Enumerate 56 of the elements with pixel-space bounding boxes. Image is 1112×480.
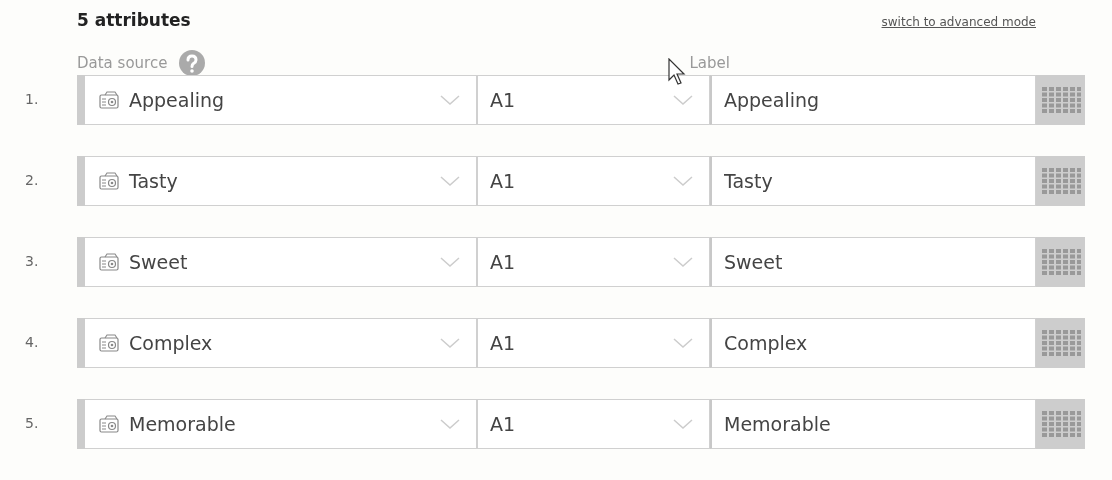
camera-icon bbox=[99, 415, 119, 433]
grid-button[interactable] bbox=[1036, 399, 1085, 449]
level-dropdown[interactable]: A1 bbox=[477, 75, 710, 125]
drag-handle[interactable] bbox=[77, 399, 85, 449]
grid-icon bbox=[1040, 248, 1081, 276]
grid-icon bbox=[1040, 410, 1081, 438]
chevron-down-icon bbox=[440, 176, 460, 186]
help-icon[interactable] bbox=[179, 50, 206, 76]
grid-button[interactable] bbox=[1036, 318, 1085, 368]
level-dropdown[interactable]: A1 bbox=[477, 318, 710, 368]
camera-icon bbox=[99, 172, 119, 190]
chevron-down-icon bbox=[440, 338, 460, 348]
camera-icon bbox=[99, 91, 119, 109]
label-input[interactable]: Tasty bbox=[710, 156, 1036, 206]
level-dropdown[interactable]: A1 bbox=[477, 237, 710, 287]
chevron-down-icon bbox=[440, 95, 460, 105]
chevron-down-icon bbox=[673, 257, 693, 267]
grid-icon bbox=[1040, 86, 1081, 114]
row-number: 1. bbox=[25, 91, 39, 107]
label-input[interactable]: Memorable bbox=[710, 399, 1036, 449]
chevron-down-icon bbox=[673, 419, 693, 429]
drag-handle[interactable] bbox=[77, 237, 85, 287]
label-input[interactable]: Sweet bbox=[710, 237, 1036, 287]
grid-icon bbox=[1040, 167, 1081, 195]
camera-icon bbox=[99, 334, 119, 352]
section-title: 5 attributes bbox=[77, 10, 191, 30]
row-number: 5. bbox=[25, 415, 39, 431]
source-dropdown[interactable]: Appealing bbox=[85, 75, 477, 125]
label-input[interactable]: Complex bbox=[710, 318, 1036, 368]
chevron-down-icon bbox=[673, 176, 693, 186]
drag-handle[interactable] bbox=[77, 75, 85, 125]
row-number: 2. bbox=[25, 172, 39, 188]
chevron-down-icon bbox=[673, 338, 693, 348]
grid-button[interactable] bbox=[1036, 156, 1085, 206]
grid-icon bbox=[1040, 329, 1081, 357]
chevron-down-icon bbox=[673, 95, 693, 105]
label-input[interactable]: Appealing bbox=[710, 75, 1036, 125]
drag-handle[interactable] bbox=[77, 318, 85, 368]
advanced-mode-link[interactable]: switch to advanced mode bbox=[881, 15, 1036, 29]
drag-handle[interactable] bbox=[77, 156, 85, 206]
column-header: Label bbox=[689, 54, 730, 72]
row-number: 4. bbox=[25, 334, 39, 350]
level-dropdown[interactable]: A1 bbox=[477, 399, 710, 449]
level-dropdown[interactable]: A1 bbox=[477, 156, 710, 206]
column-header: Data source bbox=[77, 54, 168, 72]
source-dropdown[interactable]: Complex bbox=[85, 318, 477, 368]
chevron-down-icon bbox=[440, 257, 460, 267]
camera-icon bbox=[99, 253, 119, 271]
mouse-cursor-icon bbox=[668, 58, 686, 86]
source-dropdown[interactable]: Memorable bbox=[85, 399, 477, 449]
source-dropdown[interactable]: Sweet bbox=[85, 237, 477, 287]
source-dropdown[interactable]: Tasty bbox=[85, 156, 477, 206]
grid-button[interactable] bbox=[1036, 237, 1085, 287]
grid-button[interactable] bbox=[1036, 75, 1085, 125]
row-number: 3. bbox=[25, 253, 39, 269]
chevron-down-icon bbox=[440, 419, 460, 429]
